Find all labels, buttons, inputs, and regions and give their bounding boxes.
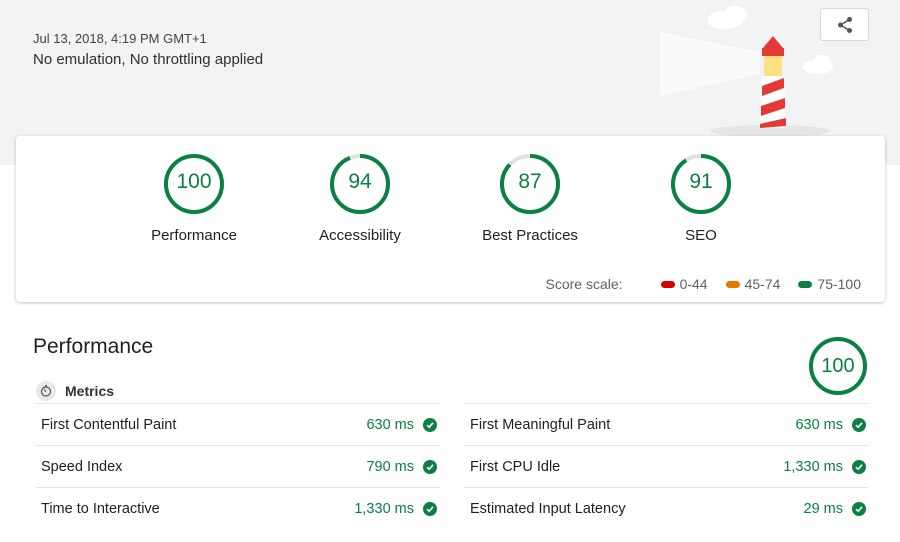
check-icon <box>852 501 866 516</box>
check-icon <box>423 417 437 432</box>
metric-row-first-meaningful-paint: First Meaningful Paint 630 ms <box>464 403 869 445</box>
metric-row-first-cpu-idle: First CPU Idle 1,330 ms <box>464 445 869 487</box>
run-date: Jul 13, 2018, 4:19 PM GMT+1 <box>33 31 207 46</box>
metrics-group-header[interactable]: Metrics <box>36 381 114 401</box>
metric-name: Speed Index <box>41 458 123 475</box>
gauge-score: 94 <box>348 170 372 193</box>
gauge-accessibility[interactable]: 94 Accessibility <box>290 152 430 252</box>
metric-value: 29 ms <box>803 500 844 517</box>
metric-value: 790 ms <box>366 458 414 475</box>
metric-name: Time to Interactive <box>41 500 160 517</box>
metric-row-speed-index: Speed Index 790 ms <box>35 445 440 487</box>
metric-name: First CPU Idle <box>470 458 561 475</box>
metric-value: 630 ms <box>795 416 843 433</box>
metric-name: Estimated Input Latency <box>470 500 626 517</box>
score-scale-legend: Score scale: 0-44 45-74 75-100 <box>546 276 861 292</box>
scale-item-fail: 0-44 <box>660 276 708 292</box>
metric-row-estimated-input-latency: Estimated Input Latency 29 ms <box>464 487 869 529</box>
score-scale-label: Score scale: <box>545 276 623 292</box>
metric-value: 1,330 ms <box>354 500 414 517</box>
gauge-performance[interactable]: 100 Performance <box>124 152 264 252</box>
performance-section-gauge: 100 <box>808 336 868 396</box>
scale-range: 0-44 <box>679 276 708 292</box>
metric-name: First Contentful Paint <box>41 416 177 433</box>
performance-score: 100 <box>821 354 855 377</box>
pass-indicator-icon <box>798 280 813 288</box>
gauge-label: SEO <box>685 227 717 244</box>
metrics-label: Metrics <box>65 383 115 399</box>
check-icon <box>852 417 866 432</box>
check-icon <box>423 501 437 516</box>
gauge-label: Accessibility <box>319 227 401 244</box>
scores-summary-card: 100 Performance 94 Accessibility 87 Best… <box>16 136 885 302</box>
gauge-score: 87 <box>518 170 542 193</box>
performance-section-title: Performance <box>33 335 154 358</box>
stopwatch-icon <box>36 381 56 401</box>
scale-range: 45-74 <box>744 276 781 292</box>
fail-indicator-icon <box>660 280 675 288</box>
scale-item-pass: 75-100 <box>798 276 861 292</box>
check-icon <box>852 459 866 474</box>
gauge-score: 100 <box>176 170 212 193</box>
scale-item-average: 45-74 <box>725 276 781 292</box>
gauge-seo[interactable]: 91 SEO <box>631 152 771 252</box>
run-environment: No emulation, No throttling applied <box>33 51 264 68</box>
metric-value: 630 ms <box>366 416 414 433</box>
share-button[interactable] <box>820 8 869 41</box>
metric-value: 1,330 ms <box>783 458 843 475</box>
gauge-best-practices[interactable]: 87 Best Practices <box>460 152 600 252</box>
share-icon <box>837 16 852 33</box>
metric-row-first-contentful-paint: First Contentful Paint 630 ms <box>35 403 440 445</box>
scale-range: 75-100 <box>817 276 861 292</box>
gauge-label: Performance <box>151 227 237 244</box>
metric-name: First Meaningful Paint <box>470 416 611 433</box>
gauge-label: Best Practices <box>482 227 578 244</box>
check-icon <box>423 459 437 474</box>
average-indicator-icon <box>725 280 740 288</box>
metric-row-time-to-interactive: Time to Interactive 1,330 ms <box>35 487 440 529</box>
gauge-score: 91 <box>689 170 713 193</box>
